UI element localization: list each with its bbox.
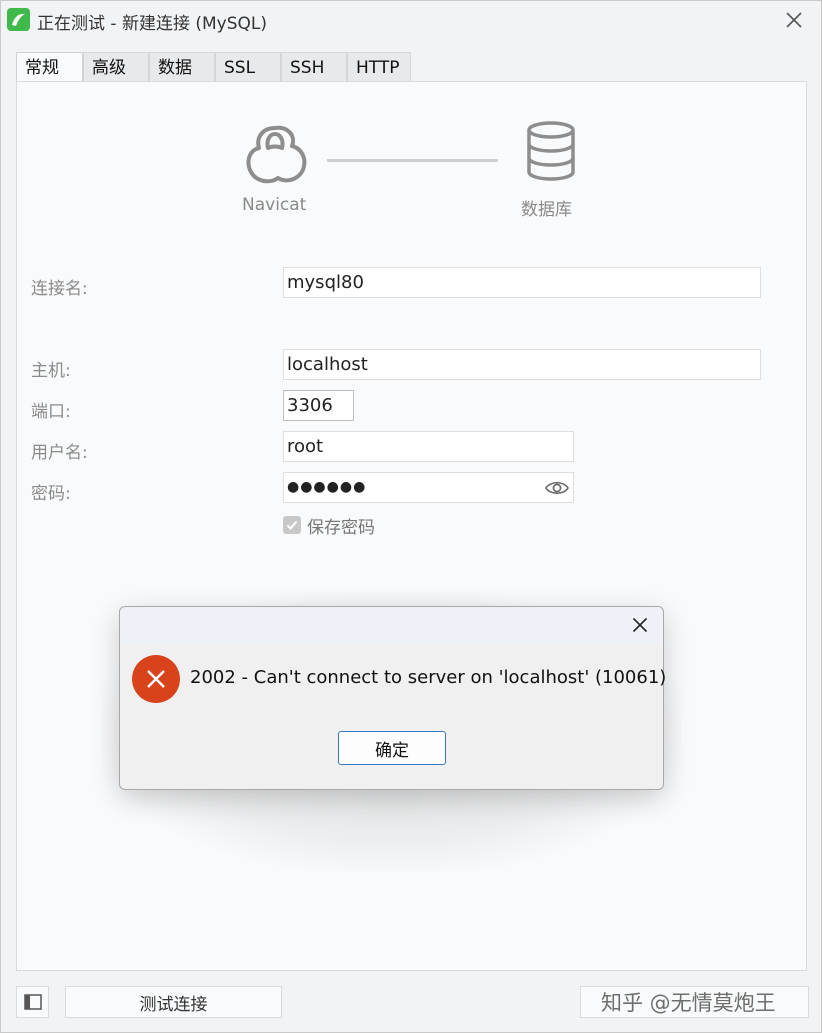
- host-label: 主机:: [31, 361, 71, 381]
- show-password-eye-icon[interactable]: [545, 478, 569, 498]
- username-input[interactable]: root: [283, 431, 574, 462]
- save-password-label: 保存密码: [307, 518, 375, 538]
- navicat-logo-icon: [246, 125, 307, 184]
- error-message: 2002 - Can't connect to server on 'local…: [190, 667, 667, 688]
- navicat-label: Navicat: [242, 195, 307, 215]
- password-input[interactable]: ●●●●●●: [283, 472, 574, 503]
- database-label: 数据库: [521, 200, 572, 220]
- tab-ssl[interactable]: SSL: [215, 52, 281, 82]
- connection-window: 正在测试 - 新建连接 (MySQL) 常规 高级 数据库 SSL SSH HT…: [0, 0, 822, 1033]
- tab-general[interactable]: 常规: [16, 52, 83, 82]
- navicat-app-icon: [7, 8, 30, 31]
- connection-name-label: 连接名:: [31, 279, 88, 299]
- port-input[interactable]: 3306: [283, 390, 354, 421]
- dialog-ok-button[interactable]: 确定: [338, 731, 446, 765]
- bottom-bar: 测试连接 知乎 @无情莫炮王: [1, 976, 821, 1033]
- dialog-header: [120, 607, 663, 643]
- error-icon: [132, 655, 180, 703]
- host-input[interactable]: localhost: [283, 349, 761, 380]
- password-label: 密码:: [31, 484, 71, 504]
- checkmark-icon: [286, 520, 298, 530]
- username-label: 用户名:: [31, 443, 88, 463]
- tab-advanced[interactable]: 高级: [83, 52, 149, 82]
- dialog-close-button[interactable]: [629, 614, 651, 636]
- x-mark-icon: [147, 670, 165, 688]
- tab-ssh[interactable]: SSH: [281, 52, 347, 82]
- watermark-text: 知乎 @无情莫炮王: [601, 991, 776, 1015]
- database-icon: [527, 121, 575, 181]
- error-dialog: 2002 - Can't connect to server on 'local…: [119, 606, 667, 790]
- window-close-button[interactable]: [781, 7, 807, 33]
- port-label: 端口:: [31, 402, 71, 422]
- close-icon: [786, 12, 802, 28]
- save-password-checkbox[interactable]: [283, 516, 301, 534]
- password-value: ●●●●●●: [287, 479, 367, 495]
- close-icon: [632, 617, 648, 633]
- tab-bar: 常规 高级 数据库 SSL SSH HTTP: [16, 52, 411, 108]
- tab-databases[interactable]: 数据库: [149, 52, 215, 108]
- test-connection-button[interactable]: 测试连接: [65, 986, 282, 1018]
- title-bar: 正在测试 - 新建连接 (MySQL): [1, 1, 821, 41]
- panel-toggle-icon: [23, 994, 42, 1010]
- window-title: 正在测试 - 新建连接 (MySQL): [37, 14, 267, 34]
- sidebar-toggle-button[interactable]: [16, 986, 49, 1018]
- connection-name-input[interactable]: mysql80: [283, 267, 761, 298]
- tab-http[interactable]: HTTP: [347, 52, 411, 82]
- connection-line: [327, 159, 498, 162]
